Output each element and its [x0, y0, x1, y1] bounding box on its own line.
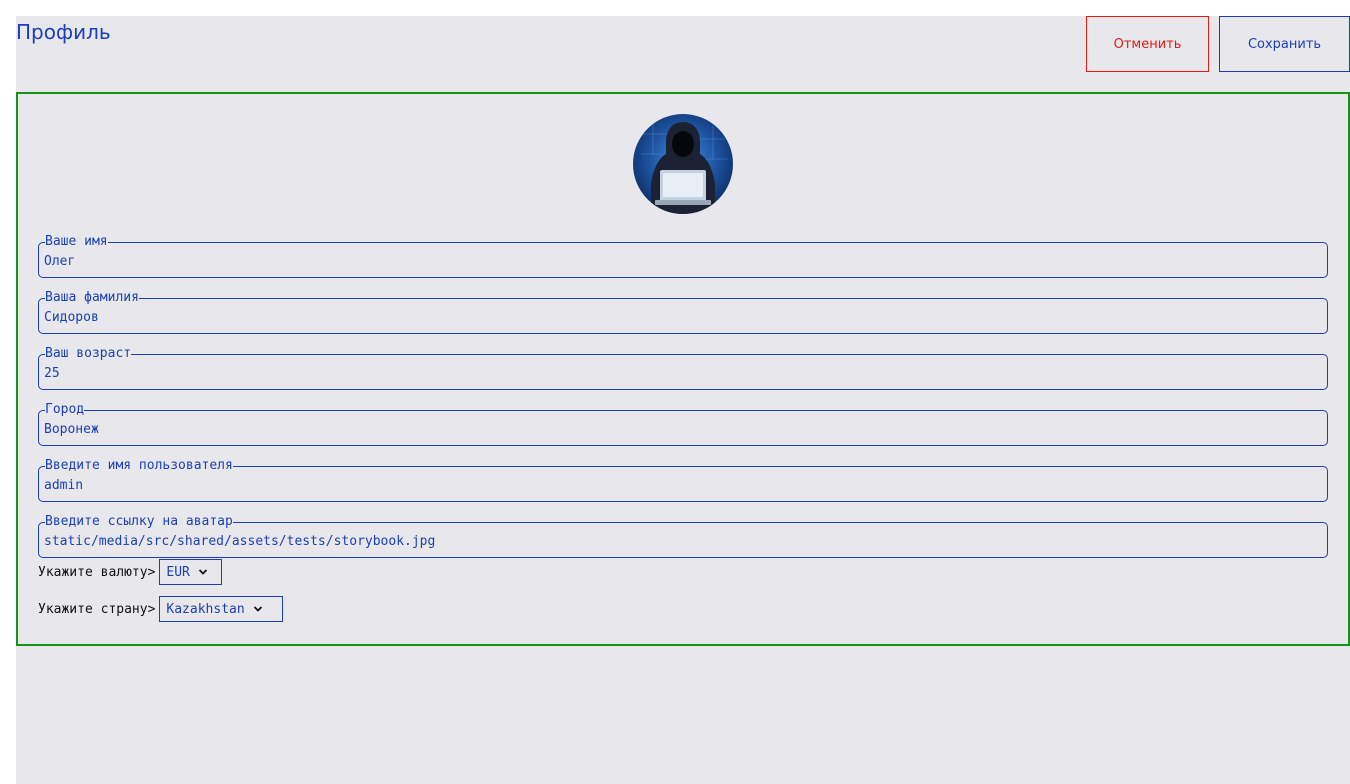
username-input[interactable] [43, 474, 1323, 496]
profile-card: Ваше имя Ваша фамилия Ваш возраст Город [16, 92, 1350, 646]
age-fieldset: Ваш возраст [38, 346, 1328, 390]
city-label: Город [45, 402, 85, 417]
age-input[interactable] [43, 362, 1323, 384]
avatar-link-input[interactable] [43, 530, 1323, 552]
country-value: Kazakhstan [166, 601, 245, 617]
page-title: Профиль [16, 20, 111, 44]
age-label: Ваш возраст [45, 346, 132, 361]
last-name-label: Ваша фамилия [45, 290, 139, 305]
country-select[interactable]: Kazakhstan [159, 596, 284, 622]
last-name-fieldset: Ваша фамилия [38, 290, 1328, 334]
hacker-avatar-image [633, 114, 733, 214]
age-field: Ваш возраст [38, 346, 1328, 390]
username-field: Введите имя пользователя [38, 458, 1328, 502]
last-name-input[interactable] [43, 306, 1323, 328]
chevron-down-icon [198, 569, 208, 575]
avatar [633, 114, 733, 214]
currency-select[interactable]: EUR [159, 559, 223, 585]
avatar-link-field: Введите ссылку на аватар [38, 514, 1328, 558]
city-fieldset: Город [38, 402, 1328, 446]
save-button[interactable]: Сохранить [1219, 16, 1350, 72]
currency-value: EUR [166, 564, 190, 580]
currency-label: Укажите валюту> [38, 564, 156, 580]
city-field: Город [38, 402, 1328, 446]
country-label: Укажите страну> [38, 601, 156, 617]
country-row: Укажите страну> Kazakhstan [38, 596, 284, 622]
last-name-field: Ваша фамилия [38, 290, 1328, 334]
profile-page: Профиль Отменить Сохранить Ваше имя Олег… [16, 16, 1350, 784]
first-name-label: Ваше имя [45, 234, 108, 249]
first-name-input[interactable] [43, 250, 1323, 272]
avatar-link-fieldset: Введите ссылку на аватар [38, 514, 1328, 558]
first-name-field: Ваше имя [38, 234, 1328, 278]
username-label: Введите имя пользователя [45, 458, 233, 473]
first-name-fieldset: Ваше имя [38, 234, 1328, 278]
currency-row: Укажите валюту> EUR [38, 559, 223, 585]
username-fieldset: Введите имя пользователя [38, 458, 1328, 502]
avatar-link-label: Введите ссылку на аватар [45, 514, 233, 529]
cancel-button[interactable]: Отменить [1086, 16, 1209, 72]
chevron-down-icon [253, 606, 262, 612]
city-input[interactable] [43, 418, 1323, 440]
